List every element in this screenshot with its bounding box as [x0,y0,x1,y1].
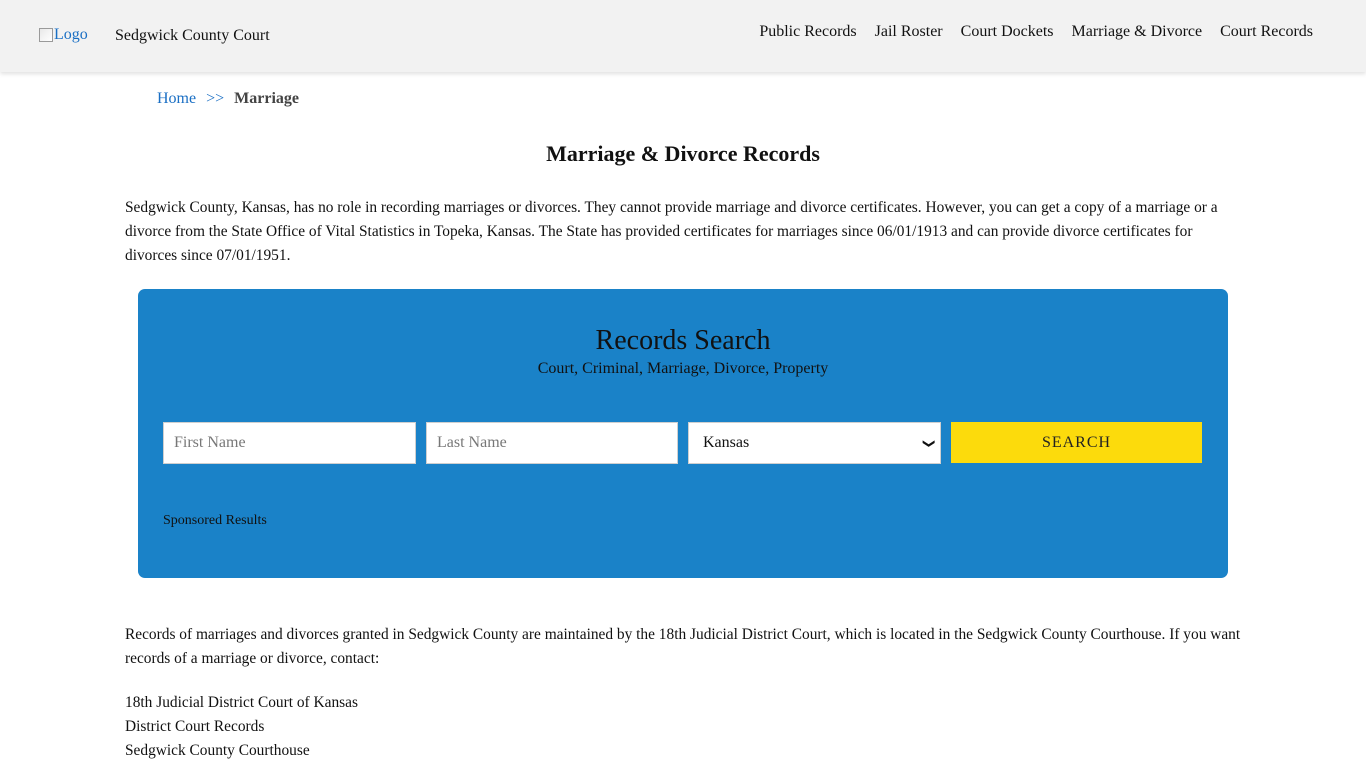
address-line: Sedgwick County Courthouse [125,742,310,759]
breadcrumb-home[interactable]: Home [157,90,196,108]
breadcrumb: Home >> Marriage [157,90,299,108]
nav-court-records[interactable]: Court Records [1220,23,1313,41]
state-select[interactable]: Kansas ❯ [688,422,941,464]
nav-jail-roster[interactable]: Jail Roster [875,23,943,41]
intro-paragraph: Sedgwick County, Kansas, has no role in … [125,199,1218,264]
search-button[interactable]: SEARCH [951,422,1202,463]
main-nav: Public Records Jail Roster Court Dockets… [759,23,1313,41]
nav-public-records[interactable]: Public Records [759,23,856,41]
records-search-panel: Records Search Court, Criminal, Marriage… [138,289,1228,578]
last-name-input[interactable] [426,422,678,464]
site-header: Logo Sedgwick County Court Public Record… [0,0,1366,72]
search-subtitle: Court, Criminal, Marriage, Divorce, Prop… [537,360,829,377]
address-line: District Court Records [125,718,265,735]
breadcrumb-current: Marriage [234,90,300,107]
logo-link[interactable]: Logo [39,26,88,44]
court-address: 18th Judicial District Court of Kansas D… [125,691,358,763]
search-title: Records Search [595,325,771,356]
records-paragraph: Records of marriages and divorces grante… [125,626,1241,667]
page-title: Marriage & Divorce Records [546,141,820,166]
site-title[interactable]: Sedgwick County Court [115,27,270,45]
chevron-down-icon: ❯ [922,437,937,449]
logo-alt-text: Logo [54,26,88,43]
sponsored-results-label: Sponsored Results [163,513,267,528]
nav-marriage-divorce[interactable]: Marriage & Divorce [1072,23,1203,41]
breadcrumb-separator: >> [206,90,225,107]
first-name-input[interactable] [163,422,416,464]
state-selected-value: Kansas [703,434,750,451]
nav-court-dockets[interactable]: Court Dockets [961,23,1054,41]
broken-image-icon [39,28,53,42]
address-line: 18th Judicial District Court of Kansas [125,694,358,711]
